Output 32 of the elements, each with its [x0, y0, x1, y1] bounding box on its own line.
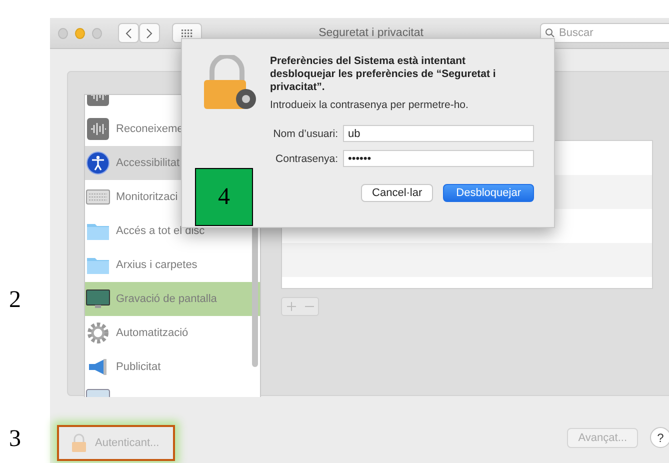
grid-icon — [181, 28, 193, 38]
display-icon — [86, 287, 110, 311]
search-field[interactable]: Buscar — [540, 23, 669, 43]
window-title: Seguretat i privacitat — [318, 27, 424, 39]
close-icon[interactable] — [58, 28, 68, 38]
sidebar-item[interactable]: Gravació de pantalla — [85, 282, 260, 316]
plus-icon — [286, 302, 296, 311]
annotation-box: 4 — [195, 168, 253, 226]
waveform-icon — [86, 117, 110, 141]
zoom-icon[interactable] — [92, 28, 102, 38]
sidebar-item[interactable]: Publicitat — [85, 350, 260, 384]
back-button[interactable] — [118, 23, 139, 43]
sidebar-item[interactable]: Automatització — [85, 316, 260, 350]
sidebar-item[interactable]: Arxius i carpetes — [85, 248, 260, 282]
annotation-number: 3 — [9, 426, 21, 453]
field-label: Contrasenya: — [274, 152, 338, 164]
dialog-message: Preferències del Sistema està intentant desbloquejar les preferències de “Seguretat i privacitat”. — [270, 55, 497, 94]
dialog-button[interactable]: Desbloquejar — [443, 184, 534, 202]
gear-icon — [86, 321, 110, 345]
forward-button[interactable] — [139, 23, 160, 43]
dialog-instruction: Introdueix la contrasenya per permetre-ho. — [270, 99, 470, 111]
field-label: Nom d’usuari: — [272, 128, 338, 140]
sidebar-item[interactable]: Reconeixeme — [85, 112, 260, 146]
input-field[interactable]: ub — [343, 125, 534, 142]
help-button[interactable]: ? — [650, 427, 669, 448]
dialog-button[interactable]: Cancel·lar — [361, 184, 434, 202]
chevron-right-icon — [146, 28, 153, 38]
annotation-number: 2 — [9, 287, 21, 314]
chevron-left-icon — [125, 28, 132, 38]
input-field[interactable]: •••••• — [343, 150, 534, 167]
lock-icon — [71, 432, 87, 452]
minimize-icon[interactable] — [75, 28, 85, 38]
